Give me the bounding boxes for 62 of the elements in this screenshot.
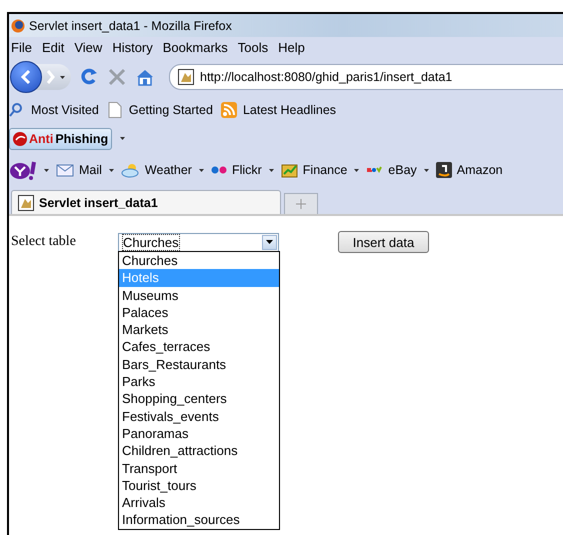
dropdown-option[interactable]: Palaces	[119, 304, 279, 322]
caret-icon	[60, 76, 65, 78]
caret-icon	[198, 168, 204, 172]
dropdown-option[interactable]: Arrivals	[119, 494, 279, 512]
dropdown-option[interactable]: Tourist_tours	[119, 476, 279, 494]
site-icon	[178, 69, 194, 85]
dropdown-option[interactable]: Churches	[119, 252, 279, 270]
dropdown-option[interactable]: Shopping_centers	[119, 390, 279, 408]
dropdown-option[interactable]: Bars_Restaurants	[119, 356, 279, 374]
caret-icon	[266, 240, 273, 244]
address-bar[interactable]: http://localhost:8080/ghid_paris1/insert_data1	[169, 64, 563, 90]
firefox-logo-icon	[11, 18, 25, 32]
field-label: Select table	[11, 234, 77, 250]
dropdown-option[interactable]: Parks	[119, 373, 279, 390]
site-icon	[18, 194, 34, 210]
envelope-icon	[56, 162, 74, 178]
table-dropdown[interactable]: Churches	[118, 232, 279, 252]
menu-item[interactable]: History	[110, 40, 158, 55]
caret-icon	[268, 168, 274, 172]
menu-item[interactable]: Edit	[40, 40, 70, 55]
bookmark-link[interactable]: Getting Started	[128, 102, 213, 116]
dropdown-option[interactable]: Transport	[119, 460, 279, 477]
reload-icon	[79, 67, 99, 87]
stop-icon	[107, 67, 127, 87]
dropdown-option[interactable]: Cafes_terraces	[119, 338, 279, 356]
insert-data-button[interactable]: Insert data	[338, 231, 429, 253]
antiphishing-button[interactable]: Anti Phishing	[9, 128, 112, 150]
magnifier-icon	[9, 102, 25, 118]
menu-item[interactable]: View	[72, 40, 108, 55]
browser-tab[interactable]: Servlet insert_data1	[11, 190, 281, 214]
toolbar-button[interactable]: Weather	[144, 163, 192, 177]
feed-icon	[220, 102, 237, 118]
plus-icon	[296, 199, 306, 209]
dropdown-option[interactable]: Children_attractions	[119, 442, 279, 460]
menu-item[interactable]: Bookmarks	[160, 40, 233, 55]
bookmark-link[interactable]: Latest Headlines	[242, 102, 336, 116]
menu-item[interactable]: File	[9, 40, 37, 55]
toolbar-button[interactable]: Finance	[302, 163, 348, 177]
dropdown-option[interactable]: Panoramas	[119, 424, 279, 442]
caret-icon	[354, 168, 360, 172]
caret-icon	[120, 137, 126, 140]
dropdown-option[interactable]: Markets	[119, 321, 279, 338]
dropdown-option[interactable]: Museums	[119, 286, 279, 304]
shield-icon	[13, 132, 27, 146]
toolbar-button[interactable]: eBay	[388, 163, 417, 177]
caret-icon	[424, 168, 429, 172]
chart-folder-icon	[280, 162, 298, 178]
home-icon	[135, 67, 155, 87]
dropdown-option[interactable]: Information_sources	[119, 511, 279, 529]
caret-icon	[44, 168, 49, 172]
caret-icon	[108, 168, 114, 172]
toolbar-button[interactable]: Amazon	[456, 163, 503, 177]
window-title: Servlet insert_data1 - Mozilla Firefox	[29, 18, 232, 32]
menu-item[interactable]: Help	[276, 40, 310, 55]
bookmark-link[interactable]: Most Visited	[31, 102, 99, 116]
toolbar-button[interactable]: Mail	[79, 163, 102, 177]
cloud-icon	[120, 162, 140, 178]
menu-item[interactable]: Tools	[236, 40, 274, 55]
toolbar-button[interactable]: Flickr	[232, 163, 262, 177]
page-icon	[106, 102, 123, 118]
dropdown-option[interactable]: Festivals_events	[119, 408, 279, 425]
back-button[interactable]	[10, 61, 42, 93]
